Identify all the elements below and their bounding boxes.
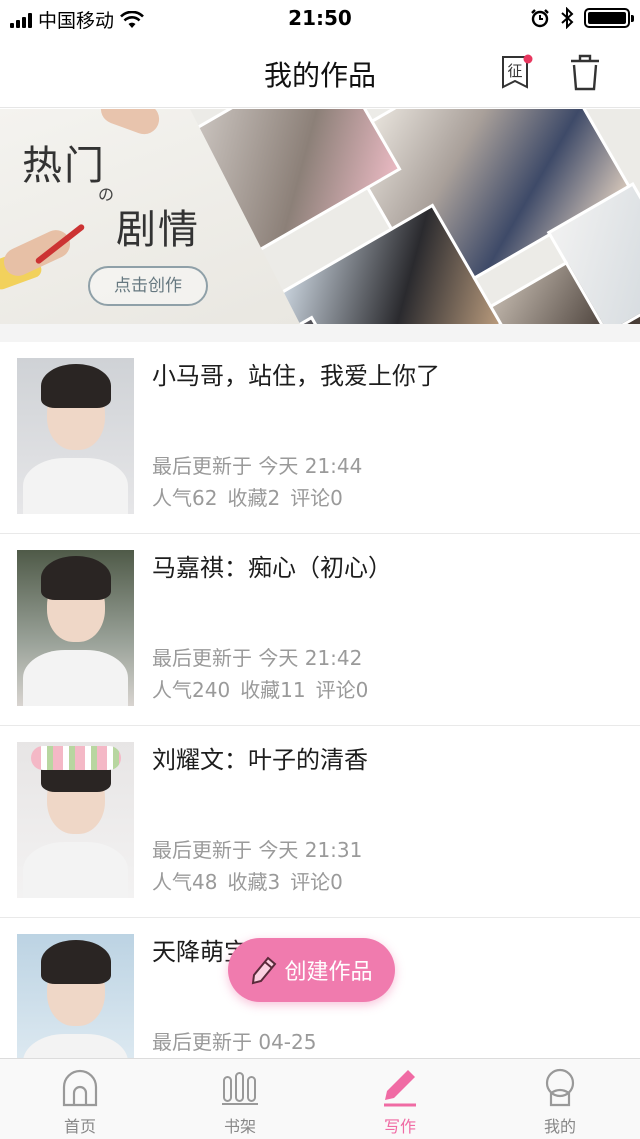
banner-connector: の — [98, 185, 115, 204]
work-cover-image — [17, 358, 134, 514]
home-icon — [62, 1069, 98, 1107]
work-stats: 人气240 收藏11 评论0 — [152, 674, 378, 703]
create-work-button[interactable]: 创建作品 — [228, 938, 395, 1002]
work-favorites: 收藏11 — [240, 678, 306, 702]
work-favorites: 收藏3 — [227, 870, 281, 894]
status-right — [530, 7, 634, 29]
profile-icon — [545, 1068, 575, 1107]
work-cover-image — [17, 550, 134, 706]
work-comments: 评论0 — [290, 486, 343, 510]
section-divider — [0, 324, 640, 342]
banner-line2: 剧情 — [116, 207, 200, 253]
tab-profile[interactable]: 我的 — [480, 1059, 640, 1139]
work-item[interactable]: 马嘉祺：痴心（初心） 最后更新于 今天 21:42 人气240 收藏11 评论0 — [0, 534, 640, 726]
create-work-label: 创建作品 — [284, 960, 373, 985]
work-popularity: 人气48 — [152, 870, 218, 894]
tab-write-label: 写作 — [383, 1117, 416, 1136]
tab-write[interactable]: 写作 — [320, 1059, 480, 1139]
pen-icon — [384, 1070, 416, 1107]
battery-icon — [584, 8, 634, 28]
tab-home[interactable]: 首页 — [0, 1059, 160, 1139]
work-comments: 评论0 — [315, 678, 369, 702]
bookshelf-icon — [222, 1072, 258, 1105]
work-updated: 最后更新于 今天 21:31 — [152, 838, 363, 862]
notification-dot — [523, 54, 533, 64]
pencil-icon — [252, 956, 277, 985]
trash-icon[interactable] — [566, 52, 604, 92]
tab-profile-label: 我的 — [543, 1117, 576, 1136]
work-updated: 最后更新于 04-25 — [152, 1030, 317, 1054]
page-title: 我的作品 — [263, 59, 376, 92]
work-stats: 人气48 收藏3 评论0 — [152, 866, 353, 895]
work-item[interactable]: 刘耀文：叶子的清香 最后更新于 今天 21:31 人气48 收藏3 评论0 — [0, 726, 640, 918]
work-favorites: 收藏2 — [227, 486, 281, 510]
work-title: 马嘉祺：痴心（初心） — [152, 554, 392, 582]
work-title: 小马哥，站住，我爱上你了 — [152, 362, 440, 390]
tab-bookshelf[interactable]: 书架 — [160, 1059, 320, 1139]
work-title: 刘耀文：叶子的清香 — [152, 746, 368, 774]
tab-home-label: 首页 — [63, 1117, 96, 1136]
bottom-tab-bar: 首页 书架 写作 我的 — [0, 1058, 640, 1139]
status-bar: 中国移动 21:50 — [0, 0, 640, 36]
hand-illustration — [96, 109, 164, 139]
tab-bookshelf-label: 书架 — [223, 1117, 256, 1136]
alarm-icon — [531, 9, 549, 28]
work-item[interactable]: 小马哥，站住，我爱上你了 最后更新于 今天 21:44 人气62 收藏2 评论0 — [0, 342, 640, 534]
work-updated: 最后更新于 今天 21:42 — [152, 646, 363, 670]
nav-bar: 我的作品 征 — [0, 36, 640, 108]
bluetooth-icon — [561, 7, 574, 29]
work-popularity: 人气62 — [152, 486, 218, 510]
work-cover-image — [17, 742, 134, 898]
submission-badge-icon[interactable]: 征 — [500, 54, 534, 90]
banner-create-button[interactable]: 点击创作 — [88, 266, 208, 306]
work-popularity: 人气240 — [152, 678, 231, 702]
work-updated: 最后更新于 今天 21:44 — [152, 454, 363, 478]
submission-badge-char: 征 — [507, 62, 522, 80]
hot-stories-banner[interactable]: 热门 の 剧情 点击创作 — [0, 109, 640, 324]
work-comments: 评论0 — [290, 870, 343, 894]
banner-line1: 热门 — [22, 143, 106, 189]
work-stats: 人气62 收藏2 评论0 — [152, 482, 353, 511]
